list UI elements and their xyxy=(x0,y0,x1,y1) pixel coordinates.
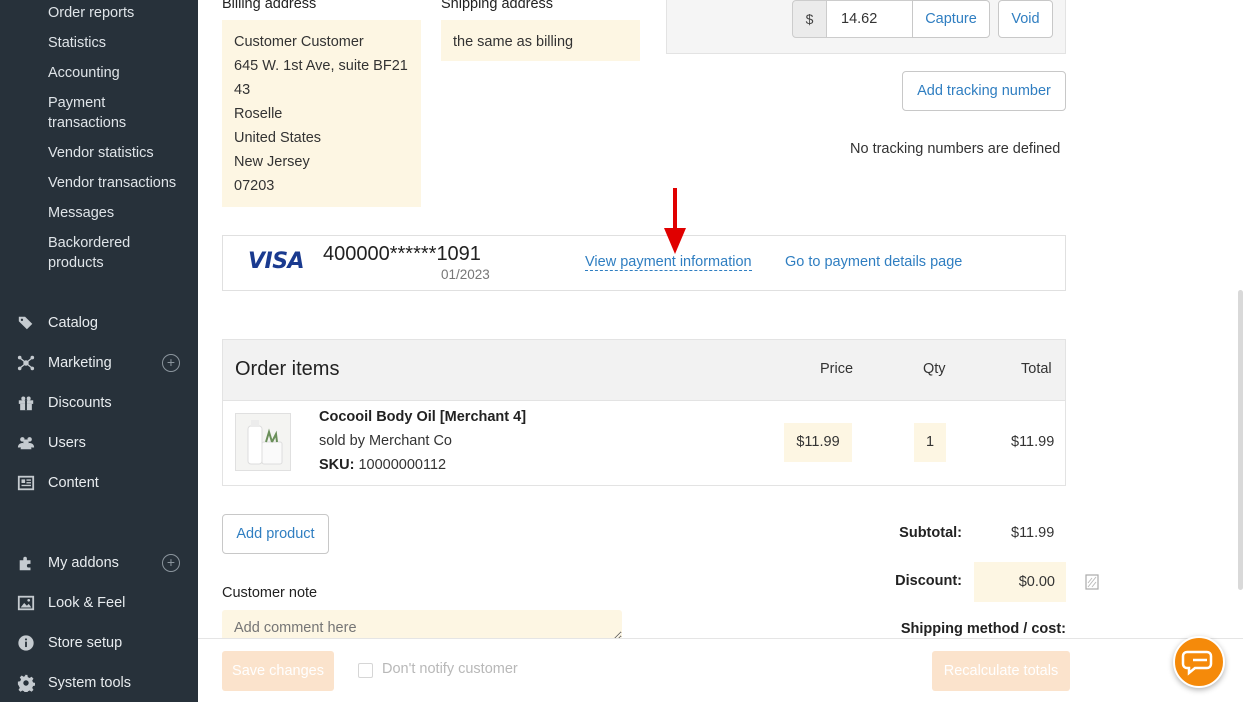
customer-note-input[interactable] xyxy=(222,610,622,640)
billing-street: 645 W. 1st Ave, suite BF21 xyxy=(234,58,408,74)
sidebar-item-label: Look & Feel xyxy=(48,595,126,611)
sidebar-item-label: Catalog xyxy=(48,315,98,331)
subtotal-label: Subtotal: xyxy=(899,525,962,541)
billing-name: Customer Customer xyxy=(234,34,364,50)
expand-addons-icon[interactable]: + xyxy=(162,554,180,572)
dont-notify-label[interactable]: Don't notify customer xyxy=(382,661,518,677)
sidebar-item-label: Backordered xyxy=(48,235,131,251)
subtotal-value: $11.99 xyxy=(1011,525,1055,541)
card-expiry: 01/2023 xyxy=(441,267,490,282)
users-icon xyxy=(16,433,36,453)
sidebar-item-store-setup[interactable]: Store setup xyxy=(16,633,122,653)
product-name-link[interactable]: Cocooil Body Oil [Merchant 4] xyxy=(319,409,526,425)
shipping-method-label: Shipping method / cost: xyxy=(900,621,1066,637)
billing-street-cont: 43 xyxy=(234,82,251,98)
sidebar-item-vendor-statistics[interactable]: Vendor statistics xyxy=(48,143,154,163)
sidebar-item-backordered-products[interactable]: Backordered products xyxy=(48,233,130,273)
save-changes-button[interactable]: Save changes xyxy=(222,651,334,691)
dont-notify-checkbox[interactable] xyxy=(358,663,373,678)
sidebar-item-label: transactions xyxy=(48,115,127,131)
sidebar-item-label: Users xyxy=(48,435,86,451)
sidebar-item-messages[interactable]: Messages xyxy=(48,203,114,223)
sidebar-item-payment-transactions[interactable]: Payment transactions xyxy=(48,93,126,133)
billing-address-box: Customer Customer 645 W. 1st Ave, suite … xyxy=(222,20,421,207)
marketing-icon xyxy=(16,353,36,373)
page-scrollbar[interactable] xyxy=(1238,290,1243,590)
item-price-input[interactable]: $11.99 xyxy=(784,423,852,462)
column-header-total: Total xyxy=(1021,361,1052,377)
sidebar-item-look-and-feel[interactable]: Look & Feel xyxy=(16,593,125,613)
gift-icon xyxy=(16,393,36,413)
tags-icon xyxy=(16,313,36,333)
sidebar-item-order-reports[interactable]: Order reports xyxy=(48,3,134,23)
sidebar-item-system-tools[interactable]: System tools xyxy=(16,673,131,693)
discount-label: Discount: xyxy=(895,573,962,589)
calculator-icon[interactable] xyxy=(1085,574,1099,590)
sidebar-item-label: Marketing xyxy=(48,355,112,371)
billing-city: Roselle xyxy=(234,106,283,122)
image-icon xyxy=(16,593,36,613)
product-sku: SKU: 10000000112 xyxy=(319,457,446,473)
sidebar: Order reports Statistics Accounting Paym… xyxy=(0,0,198,702)
bottom-action-bar xyxy=(198,638,1243,702)
void-button[interactable]: Void xyxy=(998,0,1053,38)
shipping-address-value: the same as billing xyxy=(453,34,574,50)
billing-state: New Jersey xyxy=(234,154,310,170)
discount-input[interactable]: $0.00 xyxy=(974,562,1066,602)
chat-button[interactable] xyxy=(1173,636,1225,688)
billing-zip: 07203 xyxy=(234,178,275,194)
card-number: 400000******1091 xyxy=(323,243,481,265)
sidebar-item-my-addons[interactable]: My addons xyxy=(16,553,119,573)
sidebar-item-label: products xyxy=(48,255,104,271)
chat-bubble-icon xyxy=(1181,650,1213,676)
no-tracking-message: No tracking numbers are defined xyxy=(850,141,1061,157)
gear-icon xyxy=(16,673,36,693)
sidebar-item-label: Store setup xyxy=(48,635,123,651)
content-icon xyxy=(16,473,36,493)
recalculate-totals-button[interactable]: Recalculate totals xyxy=(932,651,1070,691)
capture-button[interactable]: Capture xyxy=(912,0,990,38)
sku-label: SKU: xyxy=(319,457,355,473)
payment-details-page-link[interactable]: Go to payment details page xyxy=(785,254,962,270)
shipping-address-box: the same as billing xyxy=(441,20,640,61)
sidebar-item-users[interactable]: Users xyxy=(16,433,86,453)
sidebar-item-vendor-transactions[interactable]: Vendor transactions xyxy=(48,173,176,193)
add-tracking-number-button[interactable]: Add tracking number xyxy=(902,71,1066,111)
capture-amount-input[interactable]: 14.62 xyxy=(826,0,913,38)
sidebar-item-catalog[interactable]: Catalog xyxy=(16,313,98,333)
column-header-price: Price xyxy=(820,361,854,377)
add-product-button[interactable]: Add product xyxy=(222,514,329,554)
customer-note-label: Customer note xyxy=(222,585,318,601)
item-total: $11.99 xyxy=(1011,434,1055,450)
sidebar-item-label: Content xyxy=(48,475,99,491)
column-header-qty: Qty xyxy=(923,361,946,377)
sku-value: 10000000112 xyxy=(358,457,447,473)
puzzle-icon xyxy=(16,553,36,573)
sidebar-item-discounts[interactable]: Discounts xyxy=(16,393,112,413)
info-icon xyxy=(16,633,36,653)
view-payment-information-link[interactable]: View payment information xyxy=(585,254,752,271)
visa-logo: VISA xyxy=(248,249,305,274)
sidebar-item-content[interactable]: Content xyxy=(16,473,99,493)
sidebar-item-marketing[interactable]: Marketing xyxy=(16,353,112,373)
sidebar-item-label: My addons xyxy=(48,555,119,571)
item-qty-input[interactable]: 1 xyxy=(914,423,946,462)
product-vendor: sold by Merchant Co xyxy=(319,433,452,449)
sidebar-item-statistics[interactable]: Statistics xyxy=(48,33,106,53)
product-thumbnail[interactable] xyxy=(235,413,291,471)
annotation-arrow-icon xyxy=(664,188,686,254)
billing-address-title: Billing address xyxy=(222,0,317,12)
sidebar-item-label: Discounts xyxy=(48,395,112,411)
expand-marketing-icon[interactable]: + xyxy=(162,354,180,372)
billing-country: United States xyxy=(234,130,322,146)
sidebar-item-accounting[interactable]: Accounting xyxy=(48,63,120,83)
shipping-address-title: Shipping address xyxy=(441,0,554,12)
sidebar-item-label: Payment xyxy=(48,95,106,111)
currency-addon: $ xyxy=(792,0,827,38)
order-items-title: Order items xyxy=(235,358,340,380)
sidebar-item-label: System tools xyxy=(48,675,131,691)
